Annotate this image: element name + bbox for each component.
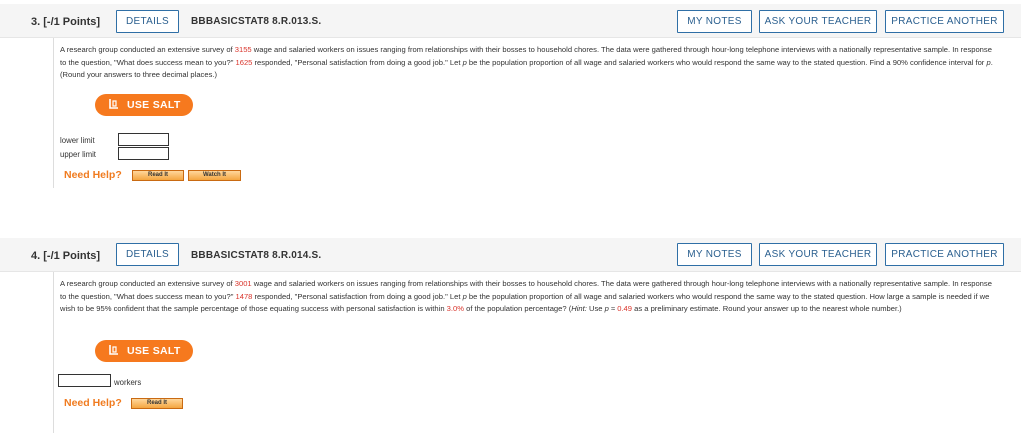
ask-your-teacher-button[interactable]: ASK YOUR TEACHER [759,10,877,33]
question-3-body: A research group conducted an extensive … [53,38,1021,188]
ask-your-teacher-button[interactable]: ASK YOUR TEACHER [759,243,877,266]
salt-shaker-icon [109,345,118,355]
practice-another-button[interactable]: PRACTICE ANOTHER [885,243,1004,266]
my-notes-button[interactable]: MY NOTES [677,243,752,266]
read-it-button[interactable]: Read It [131,398,183,409]
question-4-text: A research group conducted an extensive … [60,279,992,314]
need-help-label: Need Help? [64,397,122,409]
upper-limit-label: upper limit [60,150,96,159]
question-3-code: BBBASICSTAT8 8.R.013.S. [191,16,322,27]
salt-shaker-icon [109,99,118,109]
details-button[interactable]: DETAILS [116,243,179,266]
question-3-number: 3. [-/1 Points] [31,16,101,28]
need-help-label: Need Help? [64,169,122,181]
use-salt-button[interactable]: USE SALT [95,94,193,116]
use-salt-button[interactable]: USE SALT [95,340,193,362]
question-4-header: 4. [-/1 Points] DETAILS BBBASICSTAT8 8.R… [0,238,1021,272]
question-4-number: 4. [-/1 Points] [31,250,101,262]
sample-size-input[interactable] [58,374,111,387]
lower-limit-input[interactable] [118,133,169,146]
lower-limit-label: lower limit [60,136,95,145]
watch-it-button[interactable]: Watch It [188,170,241,181]
question-4-body: A research group conducted an extensive … [53,272,1021,433]
workers-unit-label: workers [114,378,142,387]
question-3-header: 3. [-/1 Points] DETAILS BBBASICSTAT8 8.R… [0,4,1021,38]
upper-limit-input[interactable] [118,147,169,160]
my-notes-button[interactable]: MY NOTES [677,10,752,33]
practice-another-button[interactable]: PRACTICE ANOTHER [885,10,1004,33]
read-it-button[interactable]: Read It [132,170,184,181]
question-4-code: BBBASICSTAT8 8.R.014.S. [191,250,322,261]
details-button[interactable]: DETAILS [116,10,179,33]
question-3: 3. [-/1 Points] DETAILS BBBASICSTAT8 8.R… [0,0,1024,196]
question-3-text: A research group conducted an extensive … [60,45,993,80]
question-4: 4. [-/1 Points] DETAILS BBBASICSTAT8 8.R… [0,232,1024,433]
